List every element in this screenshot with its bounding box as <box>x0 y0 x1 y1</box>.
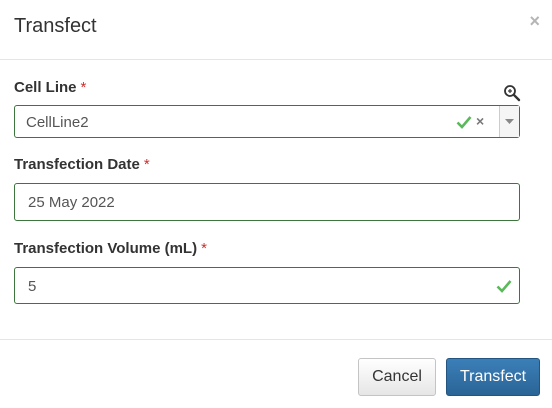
cancel-button[interactable]: Cancel <box>358 358 436 396</box>
check-icon <box>496 279 512 293</box>
cell-line-label-text: Cell Line <box>14 79 77 96</box>
transfection-volume-label: Transfection Volume (mL) * <box>14 240 207 257</box>
transfect-dialog: Transfect × Cell Line * CellLine2 × Trans… <box>0 0 552 408</box>
chevron-down-icon <box>505 119 514 124</box>
check-icon <box>456 115 472 129</box>
transfection-date-value: 25 May 2022 <box>28 194 115 211</box>
close-button[interactable]: × <box>529 12 540 30</box>
transfection-date-label-text: Transfection Date <box>14 156 140 173</box>
dialog-header: Transfect × <box>0 0 552 60</box>
clear-selection-icon[interactable]: × <box>476 113 484 129</box>
transfection-volume-label-text: Transfection Volume (mL) <box>14 240 198 257</box>
magnifier-icon[interactable] <box>503 84 521 102</box>
transfection-volume-value: 5 <box>28 278 37 295</box>
cell-line-select[interactable]: CellLine2 × <box>14 105 520 138</box>
dialog-title: Transfect <box>14 15 97 37</box>
dialog-footer: Cancel Transfect <box>0 339 552 408</box>
dropdown-toggle[interactable] <box>499 106 519 137</box>
cell-line-label: Cell Line * <box>14 79 86 96</box>
required-marker: * <box>201 240 207 257</box>
transfect-button[interactable]: Transfect <box>446 358 540 396</box>
transfection-volume-input[interactable]: 5 <box>14 267 520 304</box>
required-marker: * <box>80 79 87 96</box>
transfection-date-input[interactable]: 25 May 2022 <box>14 183 520 221</box>
cell-line-value: CellLine2 <box>26 114 89 131</box>
transfection-date-label: Transfection Date * <box>14 156 150 173</box>
required-marker: * <box>143 156 150 173</box>
